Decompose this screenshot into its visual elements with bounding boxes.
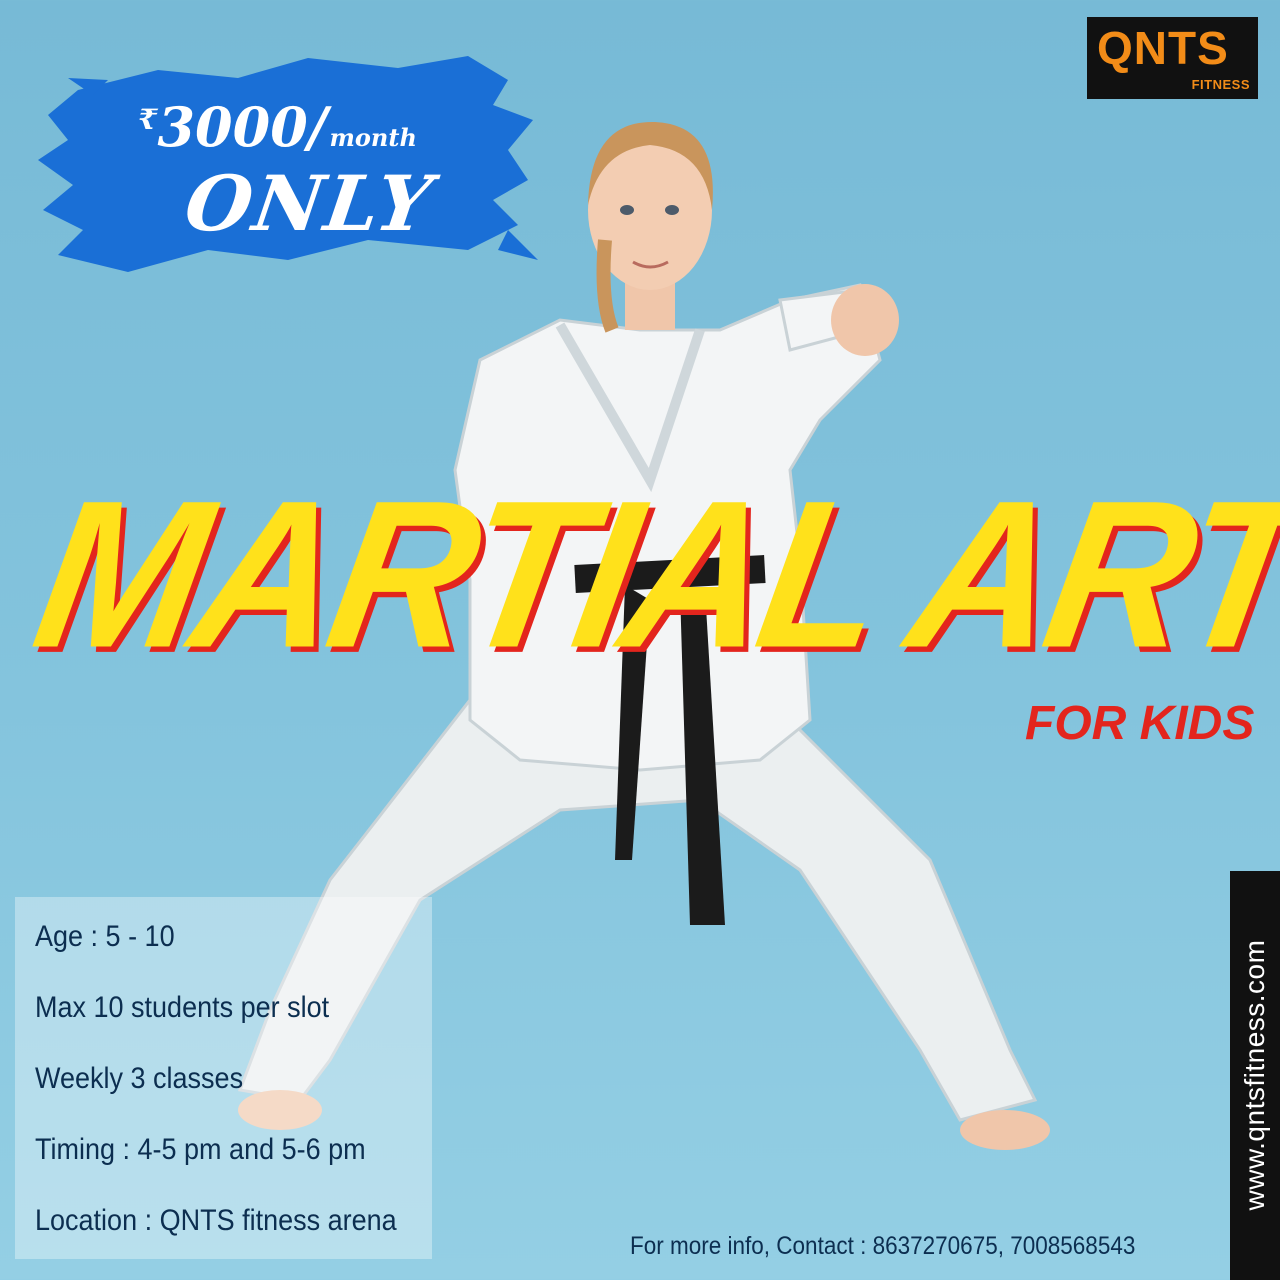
contact-info: For more info, Contact : 8637270675, 700…: [630, 1232, 1136, 1260]
headline-subtitle: FOR KIDS: [1025, 697, 1255, 750]
website-strip: www.qntsfitness.com: [1230, 871, 1280, 1280]
website-url: www.qntsfitness.com: [1239, 939, 1270, 1211]
detail-capacity: Max 10 students per slot: [35, 991, 330, 1024]
price-amount: 3000/: [157, 95, 328, 159]
price-qualifier: ONLY: [179, 159, 439, 248]
detail-location: Location : QNTS fitness arena: [35, 1204, 397, 1237]
rupee-symbol: ₹: [138, 103, 158, 136]
price-amount-line: ₹3000/month: [138, 100, 417, 154]
brand-logo: QNTS FITNESS: [1087, 17, 1258, 99]
logo-wordmark: QNTS: [1097, 22, 1229, 74]
detail-timing: Timing : 4-5 pm and 5-6 pm: [35, 1133, 366, 1166]
headline-title: MARTIAL ARTS: [20, 457, 1280, 692]
price-period: month: [329, 123, 417, 152]
detail-frequency: Weekly 3 classes: [35, 1062, 244, 1095]
price-badge: ₹3000/month ONLY: [38, 50, 538, 280]
logo-tagline: FITNESS: [1191, 77, 1250, 92]
detail-age: Age : 5 - 10: [35, 920, 175, 953]
details-panel: Age : 5 - 10 Max 10 students per slot We…: [15, 897, 432, 1259]
details-list: Age : 5 - 10 Max 10 students per slot We…: [35, 922, 437, 1277]
